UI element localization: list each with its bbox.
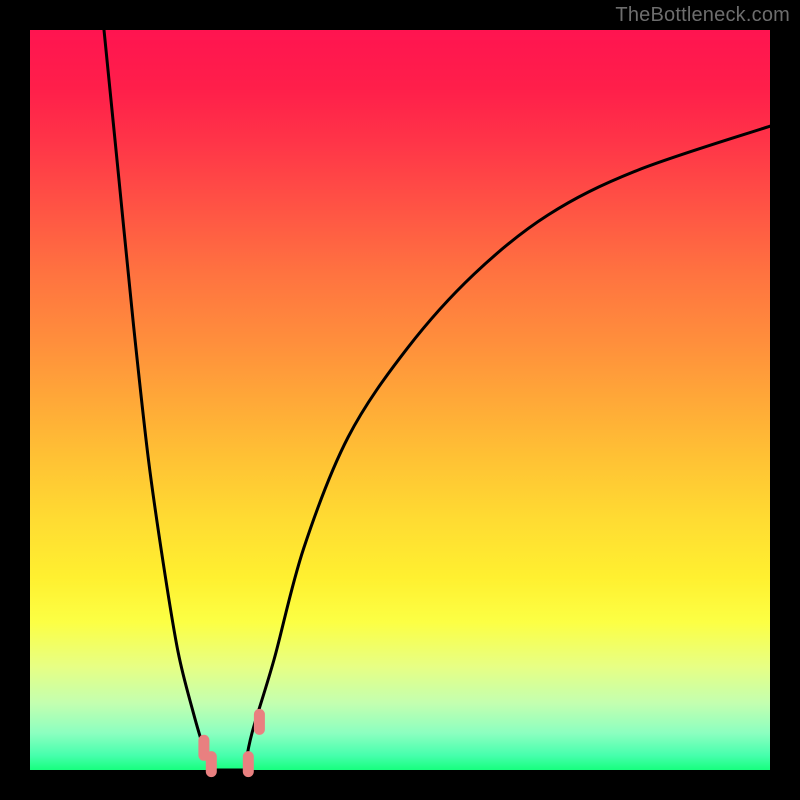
plot-area (30, 30, 770, 770)
series-right-branch (245, 126, 770, 770)
curve-layer (30, 30, 770, 770)
bottleneck-curve (104, 30, 770, 770)
series-left-branch (104, 30, 215, 770)
right-marker-lower (243, 751, 254, 777)
watermark-text: TheBottleneck.com (615, 4, 790, 27)
left-marker-lower (206, 751, 217, 777)
valley-markers (198, 709, 265, 777)
right-marker-upper (254, 709, 265, 735)
chart-canvas: TheBottleneck.com (0, 0, 800, 800)
